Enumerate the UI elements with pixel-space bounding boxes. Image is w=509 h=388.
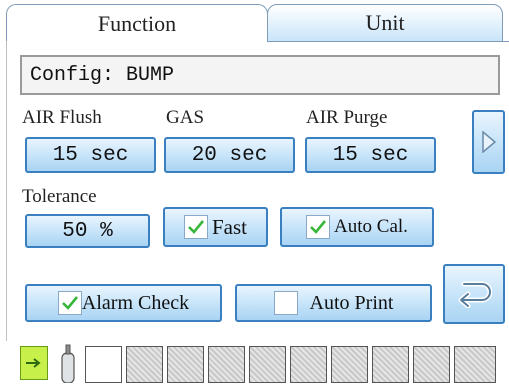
alarm-check-checkbox — [57, 291, 82, 315]
status-slot-10 — [454, 346, 496, 383]
status-slot-4 — [208, 346, 245, 383]
air-purge-value: 15 sec — [332, 143, 409, 167]
triangle-right-icon — [481, 131, 496, 153]
auto-cal-toggle[interactable]: Auto Cal. — [280, 207, 434, 247]
air-purge-label: AIR Purge — [306, 107, 388, 128]
status-slot-3 — [167, 346, 204, 383]
tab-unit[interactable]: Unit — [267, 4, 503, 42]
tab-function[interactable]: Function — [6, 4, 268, 42]
fast-toggle[interactable]: Fast — [163, 207, 268, 247]
auto-cal-checkbox — [306, 215, 331, 239]
checkmark-icon — [310, 220, 327, 234]
config-field[interactable]: Config: BUMP — [20, 55, 500, 95]
checkmark-icon — [61, 296, 78, 310]
tab-function-label: Function — [97, 10, 177, 36]
tab-divider — [267, 41, 509, 42]
left-border — [6, 41, 7, 341]
fast-label: Fast — [211, 214, 247, 239]
tab-unit-label: Unit — [365, 10, 405, 35]
gas-button[interactable]: 20 sec — [164, 137, 295, 173]
tolerance-value: 50 % — [62, 219, 113, 243]
return-button[interactable] — [443, 264, 505, 324]
green-status-icon — [20, 346, 48, 380]
config-value: Config: BUMP — [30, 63, 175, 87]
status-slot-2 — [126, 346, 163, 383]
gas-value: 20 sec — [191, 143, 268, 167]
status-slot-1 — [85, 346, 122, 383]
auto-print-label: Auto Print — [309, 291, 394, 314]
gas-cylinder-icon — [58, 343, 78, 384]
status-slot-7 — [331, 346, 368, 383]
alarm-check-label: Alarm Check — [81, 291, 190, 314]
status-slot-8 — [372, 346, 409, 383]
status-slot-9 — [413, 346, 450, 383]
air-flush-label: AIR Flush — [22, 107, 102, 128]
gas-label: GAS — [166, 107, 205, 128]
tolerance-button[interactable]: 50 % — [25, 214, 150, 248]
return-arrow-icon — [458, 281, 492, 308]
auto-print-toggle[interactable]: Auto Print — [235, 284, 432, 322]
status-slot-5 — [249, 346, 286, 383]
auto-print-checkbox — [273, 291, 298, 315]
checkmark-icon — [188, 220, 204, 234]
air-flush-value: 15 sec — [52, 143, 129, 167]
air-flush-button[interactable]: 15 sec — [25, 137, 156, 173]
fast-checkbox — [183, 215, 208, 239]
air-purge-button[interactable]: 15 sec — [305, 137, 436, 173]
tolerance-label: Tolerance — [22, 186, 97, 207]
status-slot-6 — [290, 346, 327, 383]
status-glyph-icon — [26, 358, 41, 368]
auto-cal-label: Auto Cal. — [334, 216, 408, 237]
alarm-check-toggle[interactable]: Alarm Check — [25, 284, 222, 322]
next-page-button[interactable] — [472, 110, 505, 174]
